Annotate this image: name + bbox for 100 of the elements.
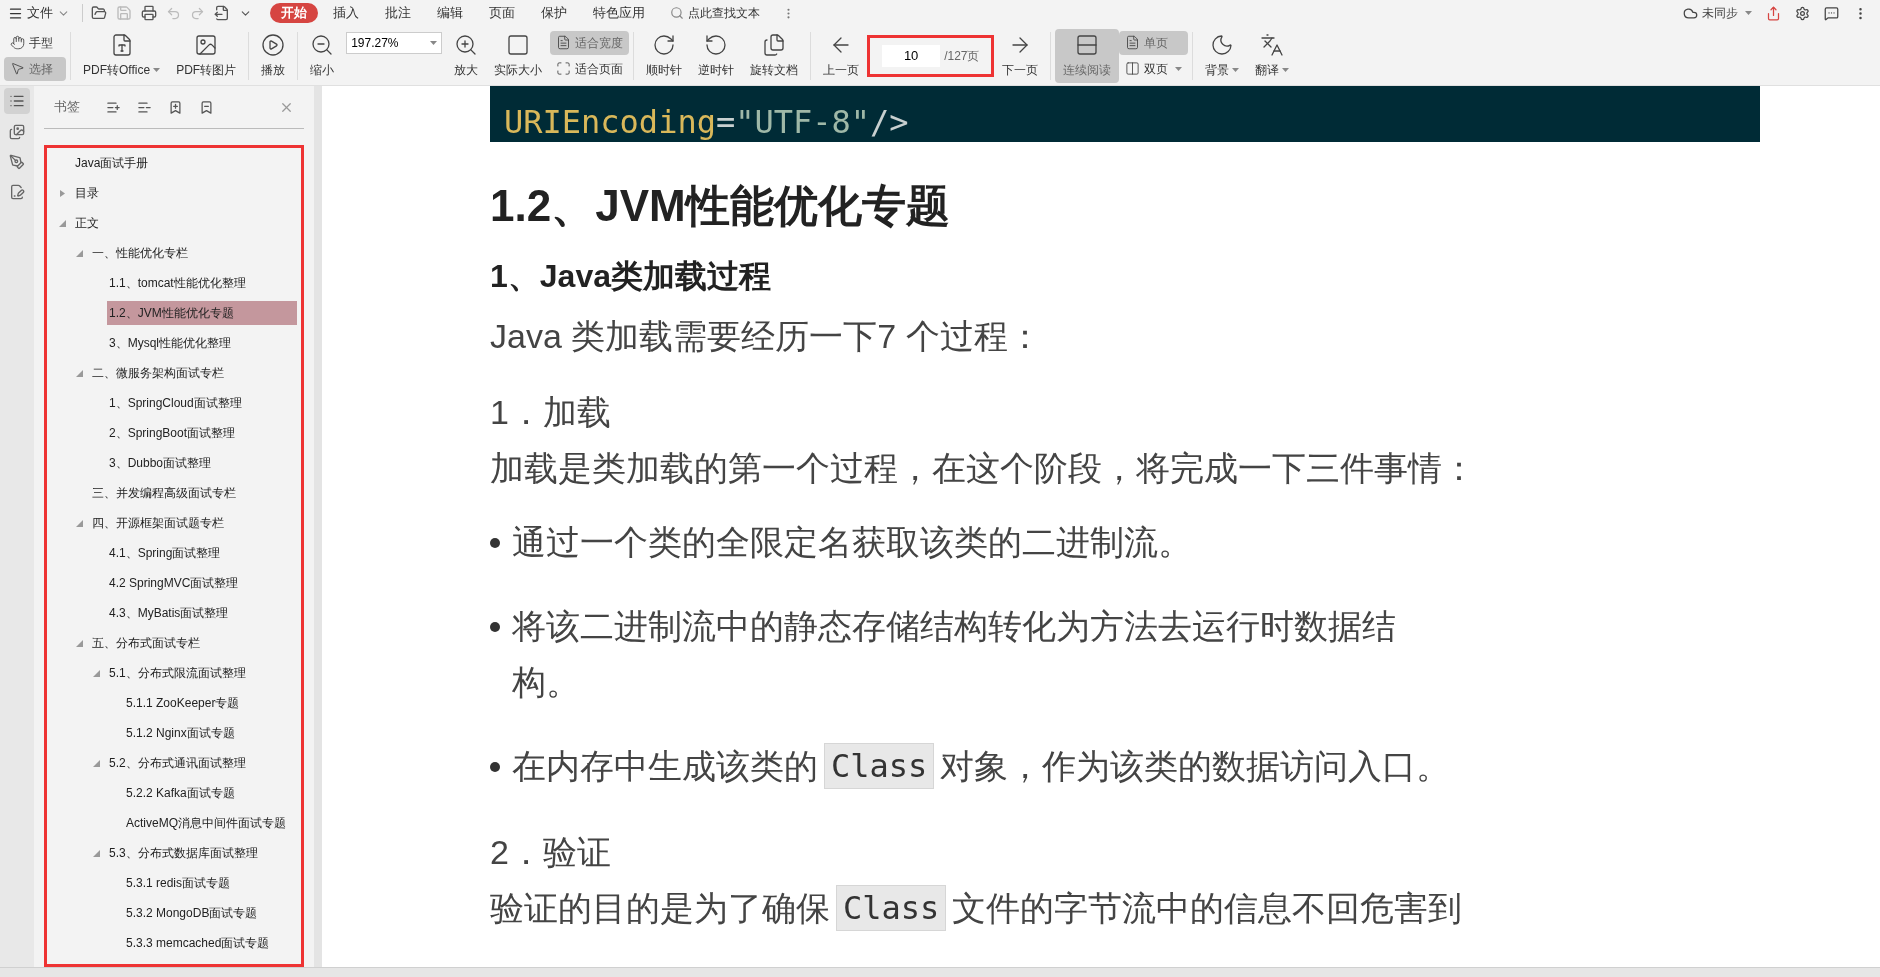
collapse-arrow-icon[interactable]: [75, 249, 83, 257]
fit-width-button[interactable]: 适合宽度: [550, 30, 630, 55]
collapse-arrow-icon[interactable]: [92, 849, 100, 857]
bookmark-item[interactable]: 一、性能优化专栏: [90, 241, 190, 265]
thumbnails-icon[interactable]: [9, 124, 25, 140]
bookmark-item[interactable]: 5.3.1 redis面试专题: [124, 871, 233, 895]
search-field[interactable]: 点此查找文本: [688, 4, 778, 22]
menu-tab[interactable]: 特色应用: [582, 3, 656, 23]
pdf-to-office-button[interactable]: PDF转Office: [75, 28, 169, 83]
remove-bookmark-icon[interactable]: [137, 99, 152, 115]
bullet-icon: [490, 762, 500, 772]
bookmark-item[interactable]: 正文: [73, 211, 101, 235]
caret-icon: [153, 68, 161, 73]
subheading: 2．验证: [490, 832, 611, 873]
menu-tab[interactable]: 批注: [374, 3, 422, 23]
pdf-to-image-button[interactable]: PDF转图片: [168, 28, 245, 83]
collapse-arrow-icon[interactable]: [75, 639, 83, 647]
bookmark-item[interactable]: 5.1.2 Nginx面试专题: [124, 721, 237, 745]
bookmark-item[interactable]: 2、SpringBoot面试整理: [107, 421, 238, 445]
moon-icon: [1210, 32, 1235, 57]
page-number-field[interactable]: 10: [882, 44, 941, 67]
translate-button[interactable]: 翻译: [1247, 28, 1298, 83]
bookmark-item[interactable]: 3、Mysql性能优化整理: [107, 331, 233, 355]
fit-page-icon: [556, 61, 572, 76]
bookmark-item[interactable]: 5.3.2 MongoDB面试专题: [124, 901, 260, 925]
bookmarks-icon[interactable]: [4, 88, 30, 114]
signature-icon[interactable]: [9, 184, 25, 200]
zoom-in-button[interactable]: 放大: [446, 28, 487, 83]
caret-icon: [1175, 66, 1183, 71]
print-icon[interactable]: [141, 5, 157, 21]
continuous-read-button[interactable]: 连续阅读: [1055, 28, 1120, 83]
bookmark-item[interactable]: 3、Dubbo面试整理: [107, 451, 214, 475]
bullet-text: 构。: [512, 662, 580, 703]
rotate-counterclockwise-button[interactable]: 逆时针: [690, 28, 743, 83]
subheading: 1、Java类加载过程: [490, 257, 771, 296]
bookmark-item[interactable]: 4.1、Spring面试整理: [107, 541, 223, 565]
hand-tool-button[interactable]: 手型: [4, 30, 66, 55]
open-icon[interactable]: [91, 5, 107, 21]
bookmark-item[interactable]: 4.3、MyBatis面试整理: [107, 601, 231, 625]
menu-tab[interactable]: 编辑: [426, 3, 474, 23]
pages-icon: [762, 32, 787, 57]
bookmark-item[interactable]: 5.1.1 ZooKeeper专题: [124, 691, 242, 715]
previous-page-button[interactable]: 上一页: [815, 28, 868, 83]
bookmark-item[interactable]: 5.3.3 memcached面试专题: [124, 931, 272, 955]
actual-size-button[interactable]: 实际大小: [486, 28, 551, 83]
bookmark-item[interactable]: Java面试手册: [73, 151, 151, 175]
sync-button[interactable]: 未同步: [1683, 4, 1752, 22]
rotate-clockwise-button[interactable]: 顺时针: [638, 28, 691, 83]
bookmark-item[interactable]: 5.3、分布式数据库面试整理: [107, 841, 260, 865]
collapse-arrow-icon[interactable]: [75, 519, 83, 527]
fit-page-button[interactable]: 适合页面: [550, 56, 630, 81]
chat-icon[interactable]: [1824, 5, 1839, 21]
menu-tab[interactable]: 页面: [478, 3, 526, 23]
zoom-out-button[interactable]: 缩小: [302, 28, 343, 83]
search-icon: [670, 6, 684, 20]
expand-bookmark-icon[interactable]: [168, 99, 183, 115]
bookmark-item[interactable]: 四、开源框架面试题专栏: [90, 511, 226, 535]
expand-arrow-icon[interactable]: [58, 189, 66, 197]
export-icon[interactable]: [214, 5, 230, 21]
bookmark-item[interactable]: 三、并发编程高级面试专栏: [90, 481, 238, 505]
play-icon: [261, 32, 286, 57]
rotate-document-button[interactable]: 旋转文档: [742, 28, 807, 83]
bookmark-item[interactable]: 4.2 SpringMVC面试整理: [107, 571, 241, 595]
menu-tab[interactable]: 保护: [530, 3, 578, 23]
double-page-button[interactable]: 双页: [1119, 56, 1189, 81]
collapse-arrow-icon[interactable]: [92, 759, 100, 767]
bookmark-item[interactable]: 1.2、JVM性能优化专题: [107, 301, 297, 325]
bookmark-item[interactable]: 1.1、tomcat性能优化整理: [107, 271, 248, 295]
collapse-arrow-icon[interactable]: [75, 369, 83, 377]
bookmark-item[interactable]: 五、分布式面试专栏: [90, 631, 202, 655]
collapse-arrow-icon[interactable]: [58, 219, 66, 227]
pointer-icon: [10, 61, 25, 76]
annotation-icon[interactable]: [9, 154, 25, 170]
bookmark-item[interactable]: 5.2、分布式通讯面试整理: [107, 751, 248, 775]
file-menu[interactable]: 文件: [4, 3, 74, 23]
bullet-text: 通过一个类的全限定名获取该类的二进制流。: [512, 522, 1192, 563]
share-icon[interactable]: [1766, 5, 1781, 21]
select-tool-button[interactable]: 选择: [4, 56, 66, 81]
settings-icon[interactable]: [1795, 5, 1810, 21]
hand-icon: [10, 35, 25, 50]
play-button[interactable]: 播放: [253, 28, 294, 83]
single-page-button[interactable]: 单页: [1119, 30, 1189, 55]
menu-tab[interactable]: 插入: [322, 3, 370, 23]
next-page-button[interactable]: 下一页: [994, 28, 1047, 83]
bookmark-item[interactable]: 1、SpringCloud面试整理: [107, 391, 244, 415]
collapse-bookmark-icon[interactable]: [199, 99, 214, 115]
bookmark-item[interactable]: 5.1、分布式限流面试整理: [107, 661, 248, 685]
inline-code: Class: [824, 743, 935, 789]
bookmark-item[interactable]: ActiveMQ消息中间件面试专题: [124, 811, 288, 835]
bullet-text: 将该二进制流中的静态存储结构转化为方法去运行时数据结: [512, 606, 1396, 647]
collapse-arrow-icon[interactable]: [92, 669, 100, 677]
code-token: />: [870, 102, 909, 142]
zoom-dropdown[interactable]: 197.27%: [346, 32, 443, 54]
columns-icon: [1125, 61, 1141, 76]
add-bookmark-icon[interactable]: [106, 99, 121, 115]
bookmark-item[interactable]: 二、微服务架构面试专栏: [90, 361, 226, 385]
background-button[interactable]: 背景: [1197, 28, 1248, 83]
bookmark-item[interactable]: 5.2.2 Kafka面试专题: [124, 781, 237, 805]
menu-tab[interactable]: 开始: [270, 3, 318, 23]
bookmark-item[interactable]: 目录: [73, 181, 101, 205]
